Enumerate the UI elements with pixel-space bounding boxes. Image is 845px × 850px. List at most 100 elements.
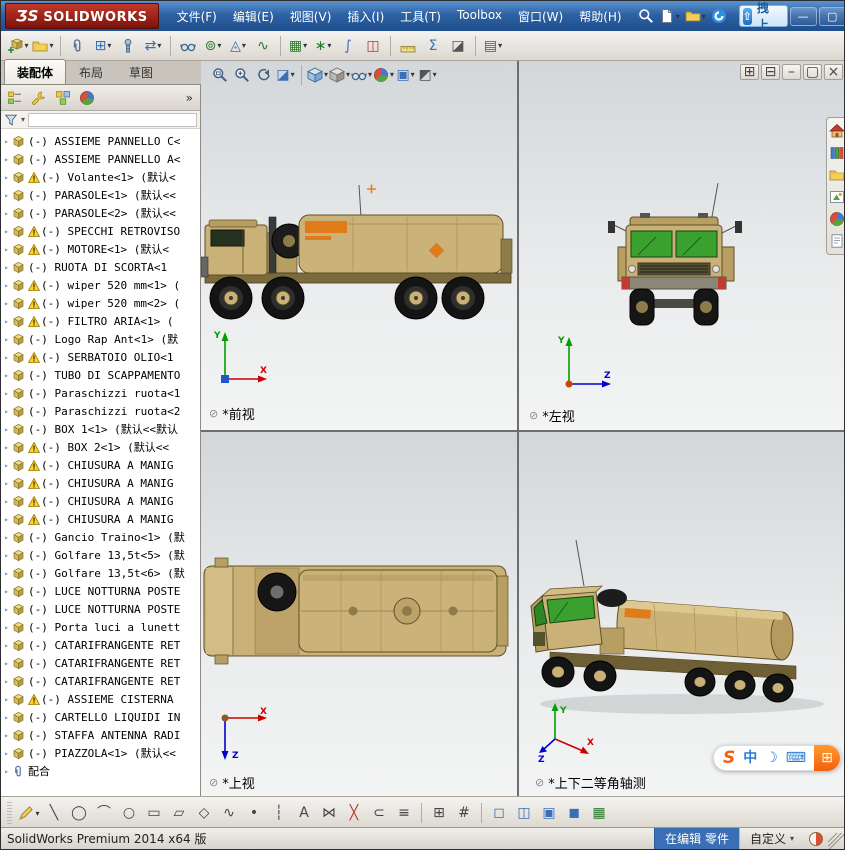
expand-arrow-icon[interactable]: ▸ [2, 605, 11, 614]
expand-arrow-icon[interactable]: ▸ [2, 569, 11, 578]
dropdown-caret-icon[interactable]: ▾ [346, 70, 350, 79]
upload-button[interactable]: ⇧ 拖拽上传 [738, 1, 788, 49]
tree-item[interactable]: ▸ (-) STAFFA ANTENNA RADI [1, 726, 200, 744]
menu-toolbox[interactable]: Toolbox [449, 3, 510, 30]
ime-toolbox-button[interactable]: ⊞ [814, 745, 840, 771]
section-view-button[interactable]: ◪ ▾ [275, 64, 296, 85]
ellipse-button[interactable]: ○ [117, 801, 141, 825]
offset-entities-button[interactable]: ≡ [392, 801, 416, 825]
smart-fasteners-button[interactable] [116, 34, 140, 58]
expand-arrow-icon[interactable]: ▸ [2, 299, 11, 308]
search-button[interactable] [636, 5, 656, 27]
expand-arrow-icon[interactable]: ▸ [2, 173, 11, 182]
bill-of-materials-button[interactable]: ▦ ▾ [286, 34, 310, 58]
viewport-isometric[interactable]: Y X Z ⊘ *上下二等角轴测 [519, 432, 844, 796]
dropdown-caret-icon[interactable]: ▾ [242, 41, 246, 50]
expand-arrow-icon[interactable]: ▸ [2, 407, 11, 416]
expand-arrow-icon[interactable]: ▸ [2, 713, 11, 722]
point-button[interactable]: • [242, 801, 266, 825]
mate-button[interactable] [66, 34, 90, 58]
tree-item[interactable]: ▸ (-) TUBO DI SCAPPAMENTO [1, 366, 200, 384]
top-view-model[interactable] [201, 550, 518, 672]
move-component-button[interactable]: ⇄ ▾ [141, 34, 165, 58]
measure-button[interactable] [396, 34, 420, 58]
assembly-features-button[interactable]: ⊚ ▾ [201, 34, 225, 58]
expand-arrow-icon[interactable]: ▸ [2, 659, 11, 668]
zoom-to-fit-button[interactable] [209, 64, 230, 85]
sogou-logo-button[interactable]: S [723, 745, 735, 771]
expand-arrow-icon[interactable]: ▸ [2, 497, 11, 506]
design-library-button[interactable] [829, 145, 845, 161]
open-document-button[interactable]: ▾ [683, 5, 708, 27]
minimize-document-button[interactable]: – [782, 64, 801, 80]
tree-item[interactable]: ▸ (-) CHIUSURA A MANIG [1, 492, 200, 510]
tree-item[interactable]: ▸ (-) CATARIFRANGENTE RET [1, 654, 200, 672]
tree-item[interactable]: ▸ (-) FILTRO ARIA<1> ( [1, 312, 200, 330]
circle-button[interactable]: ◯ [67, 801, 91, 825]
tree-item[interactable]: ▸ (-) BOX 2<1> (默认<< [1, 438, 200, 456]
line-button[interactable]: ╲ [42, 801, 66, 825]
view-settings-button[interactable]: ◩ ▾ [417, 64, 438, 85]
dropdown-caret-icon[interactable]: ▾ [157, 41, 161, 50]
insert-components-button[interactable]: ▾ [6, 34, 30, 58]
dropdown-caret-icon[interactable]: ▾ [390, 70, 394, 79]
dropdown-caret-icon[interactable]: ▾ [327, 41, 331, 50]
explode-line-sketch-button[interactable]: ∫ [336, 34, 360, 58]
tree-item[interactable]: ▸ (-) Volante<1> (默认< [1, 168, 200, 186]
tree-item[interactable]: ▸ (-) ASSIEME PANNELLO C< [1, 132, 200, 150]
mirror-entities-button[interactable]: ⋈ [317, 801, 341, 825]
new-document-button[interactable]: ▾ [657, 5, 682, 27]
sogou-browser-button[interactable] [709, 5, 729, 27]
filter-funnel-icon[interactable] [4, 113, 18, 127]
dropdown-caret-icon[interactable]: ▾ [24, 41, 28, 50]
tab-layout[interactable]: 布局 [66, 59, 116, 84]
mass-properties-button[interactable]: Σ [421, 34, 445, 58]
edit-appearance-button[interactable]: ▾ [373, 64, 394, 85]
dropdown-caret-icon[interactable]: ▾ [303, 41, 307, 50]
tree-item[interactable]: ▸ (-) Paraschizzi ruota<1 [1, 384, 200, 402]
dropdown-caret-icon[interactable]: ▾ [498, 41, 502, 50]
expand-arrow-icon[interactable]: ▸ [2, 533, 11, 542]
tree-item[interactable]: ▸ (-) CHIUSURA A MANIG [1, 510, 200, 528]
convert-entities-button[interactable]: ⊂ [367, 801, 391, 825]
displaymanager-tab[interactable] [76, 87, 98, 109]
viewport-front-view[interactable]: Y X ⊘ *前视 [201, 61, 519, 432]
tree-item[interactable]: ▸ (-) CARTELLO LIQUIDI IN [1, 708, 200, 726]
grid-snap-button[interactable]: ⊞ [427, 801, 451, 825]
new-motion-study-button[interactable]: ∿ [251, 34, 275, 58]
menu-help[interactable]: 帮助(H) [571, 3, 629, 30]
expand-arrow-icon[interactable]: ▸ [2, 263, 11, 272]
front-view-model[interactable] [201, 181, 518, 331]
tree-item[interactable]: ▸ (-) CHIUSURA A MANIG [1, 474, 200, 492]
display-style-button[interactable]: ▾ [329, 64, 350, 85]
tree-item[interactable]: ▸ (-) wiper 520 mm<2> ( [1, 294, 200, 312]
expand-arrow-icon[interactable]: ▸ [2, 191, 11, 200]
view-palette-button[interactable] [829, 189, 845, 205]
tree-item[interactable]: ▸ (-) Gancio Traino<1> (默 [1, 528, 200, 546]
tree-item[interactable]: ▸ (-) wiper 520 mm<1> ( [1, 276, 200, 294]
dropdown-caret-icon[interactable]: ▾ [702, 12, 706, 21]
expand-arrow-icon[interactable]: ▸ [2, 155, 11, 164]
open-part-button[interactable]: ▾ [31, 34, 55, 58]
viewport-left-view[interactable]: Y Z ⊘ *左视 [519, 61, 844, 432]
expand-arrow-icon[interactable]: ▸ [2, 209, 11, 218]
rectangle-button[interactable]: ▭ [142, 801, 166, 825]
ime-keyboard-button[interactable]: ⌨ [786, 745, 806, 771]
spline-button[interactable]: ∿ [217, 801, 241, 825]
expand-arrow-icon[interactable]: ▸ [2, 281, 11, 290]
expand-arrow-icon[interactable]: ▸ [2, 335, 11, 344]
tab-assembly[interactable]: 装配体 [4, 59, 67, 84]
expand-arrow-icon[interactable]: ▸ [2, 137, 11, 146]
sketch-button[interactable]: ▾ [17, 801, 41, 825]
tree-item[interactable]: ▸ (-) SERBATOIO OLIO<1 [1, 348, 200, 366]
split-view-button[interactable]: ⊟ [761, 64, 780, 80]
section-properties-button[interactable]: ◪ [446, 34, 470, 58]
tree-item[interactable]: ▸ (-) RUOTA DI SCORTA<1 [1, 258, 200, 276]
custom-dropdown[interactable]: 自定义 ▾ [738, 828, 804, 849]
tree-item[interactable]: ▸ (-) Golfare 13,5t<5> (默 [1, 546, 200, 564]
expand-arrow-icon[interactable]: ▸ [2, 371, 11, 380]
expand-arrow-icon[interactable]: ▸ [2, 749, 11, 758]
expand-arrow-icon[interactable]: ▸ [2, 443, 11, 452]
filter-caret-icon[interactable]: ▾ [21, 115, 25, 124]
linear-component-pattern-button[interactable]: ⊞ ▾ [91, 34, 115, 58]
